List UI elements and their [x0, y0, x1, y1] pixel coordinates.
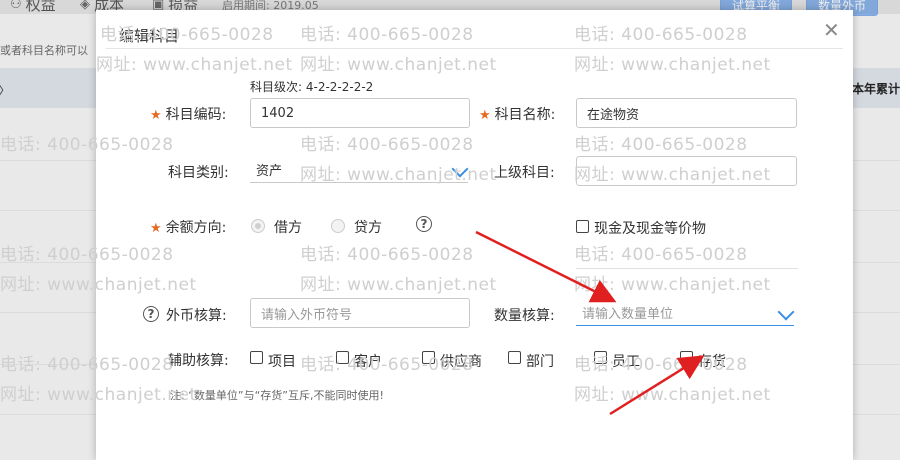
cash-equivalent-checkbox[interactable] — [576, 220, 589, 233]
table-header-annual-debit: 本年累计借 — [852, 82, 900, 96]
cash-equivalent-label: 现金及现金等价物 — [594, 221, 706, 237]
question-icon[interactable]: ? — [416, 216, 432, 232]
aux-customer-label: 客户 — [354, 354, 382, 370]
credit-radio[interactable] — [331, 219, 345, 233]
title-divider — [106, 48, 843, 49]
account-code-input[interactable]: 1402 — [250, 98, 470, 128]
credit-label: 贷方 — [354, 220, 382, 236]
aux-supplier-checkbox[interactable] — [422, 351, 435, 364]
aux-supplier-label: 供应商 — [440, 354, 482, 370]
aux-employee-label: 员工 — [612, 354, 640, 370]
quantity-unit-select[interactable]: 请输入数量单位 — [576, 299, 795, 326]
aux-employee-checkbox[interactable] — [594, 351, 607, 364]
balance-direction-label: ★ 余额方向: — [150, 220, 227, 236]
auxiliary-label: 辅助核算: — [168, 353, 229, 369]
parent-account-label: 上级科目: — [494, 165, 555, 181]
account-level-text: 科目级次: 4-2-2-2-2-2 — [250, 80, 374, 94]
user-icon: ⚇ — [10, 0, 22, 12]
account-category-select[interactable]: 资产 — [250, 156, 469, 183]
aux-project-label: 项目 — [268, 354, 296, 370]
aux-inventory-label: 存货 — [698, 354, 726, 370]
aux-department-checkbox[interactable] — [508, 351, 521, 364]
account-name-label: ★ 科目名称: — [479, 107, 556, 123]
parent-account-input[interactable] — [576, 156, 797, 186]
mutual-exclusion-note: 注: “数量单位”与“存货”互斥,不能同时使用! — [170, 389, 384, 402]
tab-equity[interactable]: ⚇ 权益 — [10, 0, 56, 14]
account-code-label: ★ 科目编码: — [150, 107, 227, 123]
edit-account-dialog: 编辑科目 ✕ 科目级次: 4-2-2-2-2-2 ★ 科目编码: 1402 ★ 科目… — [96, 10, 853, 460]
quantity-label: 数量核算: — [494, 308, 555, 324]
table-header-left-mark: 〉 — [0, 80, 11, 99]
aux-customer-checkbox[interactable] — [336, 351, 349, 364]
close-icon[interactable]: ✕ — [823, 18, 840, 42]
chevron-down-icon — [451, 160, 469, 178]
debit-radio[interactable] — [251, 219, 265, 233]
account-name-input[interactable]: 在途物资 — [576, 98, 797, 128]
account-category-label: 科目类别: — [168, 165, 229, 181]
debit-label: 借方 — [274, 220, 302, 236]
aux-project-checkbox[interactable] — [250, 351, 263, 364]
foreign-currency-input[interactable]: 请输入外币符号 — [250, 298, 470, 328]
quantity-unit-placeholder: 请输入数量单位 — [582, 306, 674, 322]
required-star-icon: ★ — [150, 108, 162, 123]
question-icon[interactable]: ? — [143, 306, 159, 322]
account-category-value: 资产 — [256, 163, 283, 179]
chevron-down-icon — [777, 303, 795, 321]
required-star-icon: ★ — [150, 221, 162, 236]
layers-icon: ◈ — [80, 0, 90, 12]
search-hint: 或者科目名称可以 — [0, 44, 88, 57]
separator-line — [576, 268, 798, 269]
aux-department-label: 部门 — [526, 354, 554, 370]
dialog-title: 编辑科目 — [119, 27, 180, 45]
aux-inventory-checkbox[interactable] — [680, 351, 693, 364]
foreign-currency-label: 外币核算: — [166, 308, 227, 324]
required-star-icon: ★ — [479, 108, 491, 123]
